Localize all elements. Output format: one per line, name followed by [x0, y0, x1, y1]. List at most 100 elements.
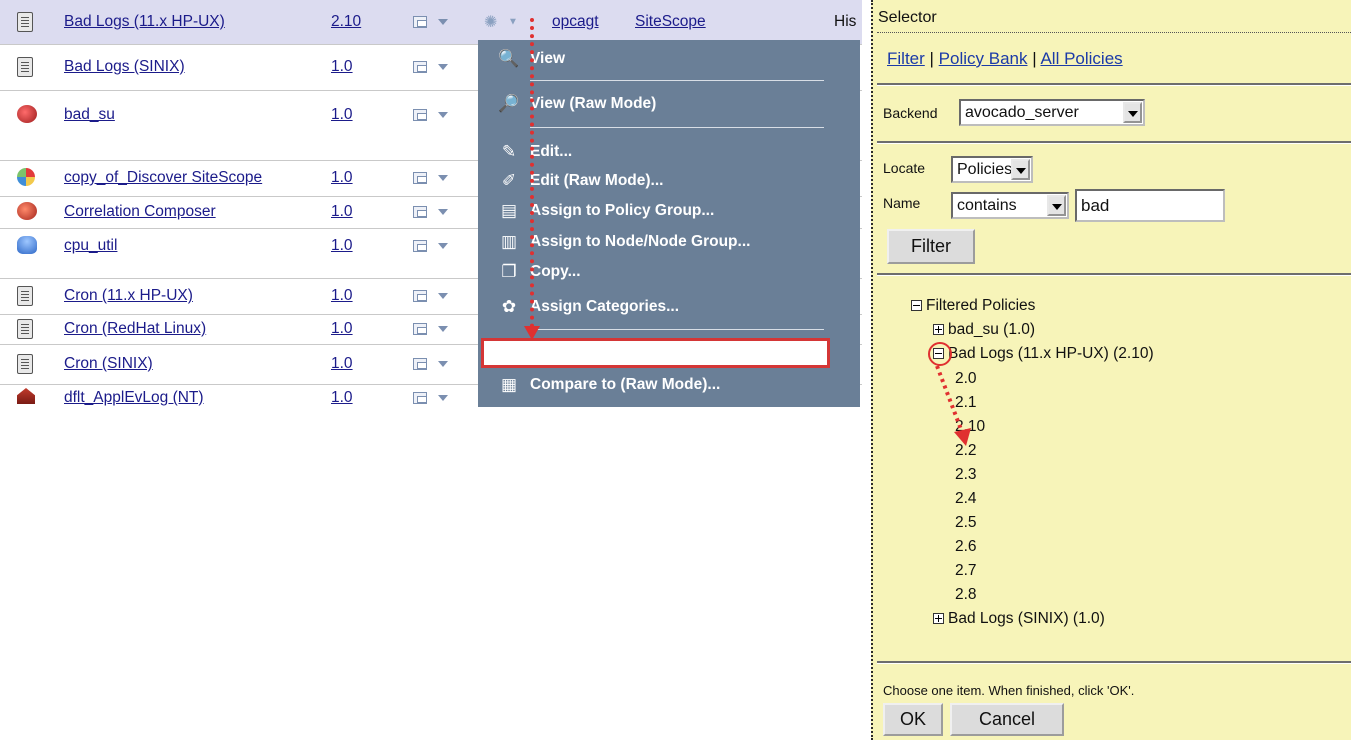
policy-version-link[interactable]: 1.0 [331, 287, 353, 305]
window-action-icon[interactable] [413, 15, 453, 29]
locate-select[interactable]: Policies [951, 156, 1033, 183]
policy-name-link[interactable]: Bad Logs (SINIX) [64, 58, 185, 76]
footer-instruction: Choose one item. When finished, click 'O… [883, 683, 1135, 698]
context-menu: 🔍 View 🔎 View (Raw Mode) ✎ Edit... ✐ Edi… [478, 40, 860, 407]
annotation-arrow-head [524, 326, 540, 340]
gear-icon[interactable]: ✺ [484, 12, 497, 32]
agent-link[interactable]: opcagt [552, 13, 599, 31]
policy-version-link[interactable]: 1.0 [331, 106, 353, 124]
collapse-icon[interactable] [911, 300, 922, 312]
menu-item-view-raw[interactable]: 🔎 View (Raw Mode) [478, 91, 860, 117]
table-row[interactable]: Bad Logs (11.x HP-UX) 2.10 ✺ ▼ opcagt Si… [0, 0, 862, 45]
tree-leaf[interactable]: 2.6 [955, 538, 977, 556]
menu-item-copy[interactable]: ❐ Copy... [478, 259, 860, 285]
window-action-icon[interactable] [413, 205, 453, 219]
policy-name-link[interactable]: Cron (RedHat Linux) [64, 320, 206, 338]
magnifier-icon: 🔍 [498, 49, 520, 68]
policy-name-link[interactable]: copy_of_Discover SiteScope [64, 169, 262, 187]
magnifier-raw-icon: 🔎 [498, 94, 520, 113]
tree-node[interactable]: bad_su (1.0) [933, 321, 1035, 339]
window-action-icon[interactable] [413, 289, 453, 303]
policy-version-link[interactable]: 1.0 [331, 58, 353, 76]
tree-leaf[interactable]: 2.5 [955, 514, 977, 532]
window-action-icon[interactable] [413, 108, 453, 122]
house-icon [17, 388, 37, 407]
name-filter-input[interactable]: bad [1075, 189, 1225, 222]
bug-icon [17, 104, 37, 125]
selector-links: Filter | Policy Bank | All Policies [887, 49, 1123, 68]
policy-version-link[interactable]: 1.0 [331, 237, 353, 255]
policy-bank-link[interactable]: Policy Bank [939, 49, 1028, 68]
window-action-icon[interactable] [413, 391, 453, 405]
window-action-icon[interactable] [413, 239, 453, 253]
tree-node-expanded[interactable]: Bad Logs (11.x HP-UX) (2.10) [933, 345, 1154, 363]
policy-version-link[interactable]: 1.0 [331, 355, 353, 373]
window-action-icon[interactable] [413, 357, 453, 371]
selector-panel: Selector Filter | Policy Bank | All Poli… [871, 0, 1351, 740]
annotation-arrow [530, 18, 534, 328]
menu-separator [530, 127, 824, 128]
person-icon [17, 235, 37, 256]
menu-item-view[interactable]: 🔍 View [478, 46, 860, 72]
menu-separator [530, 80, 824, 81]
expand-icon[interactable] [933, 613, 944, 625]
edit-icon: ✎ [501, 142, 517, 161]
ok-button[interactable]: OK [883, 703, 943, 736]
menu-item-compare-raw[interactable]: ▦ Compare to (Raw Mode)... [478, 372, 860, 398]
filter-link[interactable]: Filter [887, 49, 925, 68]
all-policies-link[interactable]: All Policies [1040, 49, 1122, 68]
annotation-arrow [935, 365, 971, 446]
compare-icon: ◧ [503, 343, 521, 362]
policy-name-link[interactable]: cpu_util [64, 237, 117, 255]
expand-icon[interactable] [933, 324, 944, 336]
menu-item-assign-categories[interactable]: ✿ Assign Categories... [478, 294, 860, 320]
policy-name-link[interactable]: Cron (11.x HP-UX) [64, 287, 193, 305]
policy-name-link[interactable]: Correlation Composer [64, 203, 216, 221]
policy-version-link[interactable]: 1.0 [331, 320, 353, 338]
compare-raw-icon: ▦ [500, 375, 518, 394]
window-action-icon[interactable] [413, 171, 453, 185]
filter-button[interactable]: Filter [887, 229, 975, 264]
tree-leaf[interactable]: 2.8 [955, 586, 977, 604]
doc-icon [17, 319, 37, 339]
chevron-down-icon[interactable]: ▼ [508, 17, 518, 28]
category-link[interactable]: SiteScope [635, 13, 706, 31]
tree-root[interactable]: Filtered Policies [911, 297, 1035, 315]
menu-item-edit-raw[interactable]: ✐ Edit (Raw Mode)... [478, 168, 860, 194]
chevron-down-icon[interactable] [1123, 102, 1142, 123]
menu-item-assign-policy-group[interactable]: ▤ Assign to Policy Group... [478, 198, 860, 224]
assign-group-icon: ▤ [500, 201, 518, 220]
tree-leaf[interactable]: 2.7 [955, 562, 977, 580]
policy-name-link[interactable]: Cron (SINIX) [64, 355, 153, 373]
backend-label: Backend [883, 105, 938, 121]
tree-node[interactable]: Bad Logs (SINIX) (1.0) [933, 610, 1105, 628]
policy-version-link[interactable]: 1.0 [331, 169, 353, 187]
chevron-down-icon[interactable] [1011, 159, 1030, 180]
name-label: Name [883, 195, 921, 211]
menu-item-compare[interactable]: ◧ Compare to... [481, 338, 830, 368]
menu-item-edit[interactable]: ✎ Edit... [478, 139, 860, 165]
policy-version-link[interactable]: 2.10 [331, 13, 361, 31]
doc-icon [17, 354, 37, 374]
assign-node-icon: ▥ [500, 232, 518, 251]
policy-name-link[interactable]: bad_su [64, 106, 115, 124]
menu-item-assign-node[interactable]: ▥ Assign to Node/Node Group... [478, 229, 860, 255]
policy-name-link[interactable]: Bad Logs (11.x HP-UX) [64, 13, 225, 31]
tree-leaf[interactable]: 2.3 [955, 466, 977, 484]
policy-version-link[interactable]: 1.0 [331, 203, 353, 221]
policy-version-link[interactable]: 1.0 [331, 389, 353, 407]
edit-raw-icon: ✐ [501, 171, 517, 190]
doc-icon [17, 12, 37, 32]
cancel-button[interactable]: Cancel [950, 703, 1064, 736]
copy-icon: ❐ [501, 262, 517, 281]
categories-icon: ✿ [501, 297, 517, 316]
panel-title: Selector [878, 9, 937, 26]
policy-name-link[interactable]: dflt_ApplEvLog (NT) [64, 389, 204, 407]
window-action-icon[interactable] [413, 60, 453, 74]
name-operator-select[interactable]: contains [951, 192, 1069, 219]
chevron-down-icon[interactable] [1047, 195, 1066, 216]
doc-icon [17, 286, 37, 306]
tree-leaf[interactable]: 2.4 [955, 490, 977, 508]
backend-select[interactable]: avocado_server [959, 99, 1145, 126]
window-action-icon[interactable] [413, 322, 453, 336]
